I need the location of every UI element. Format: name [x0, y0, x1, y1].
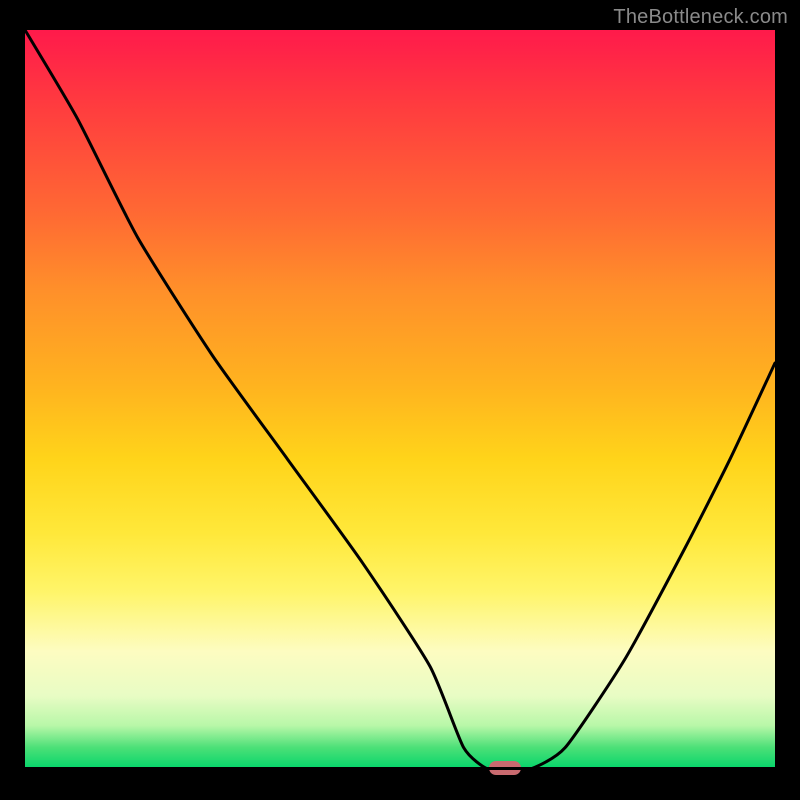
bottleneck-curve — [25, 30, 775, 770]
chart-frame: TheBottleneck.com — [0, 0, 800, 800]
x-axis-baseline — [25, 767, 775, 770]
watermark-text: TheBottleneck.com — [613, 6, 788, 29]
plot-area — [25, 30, 775, 770]
